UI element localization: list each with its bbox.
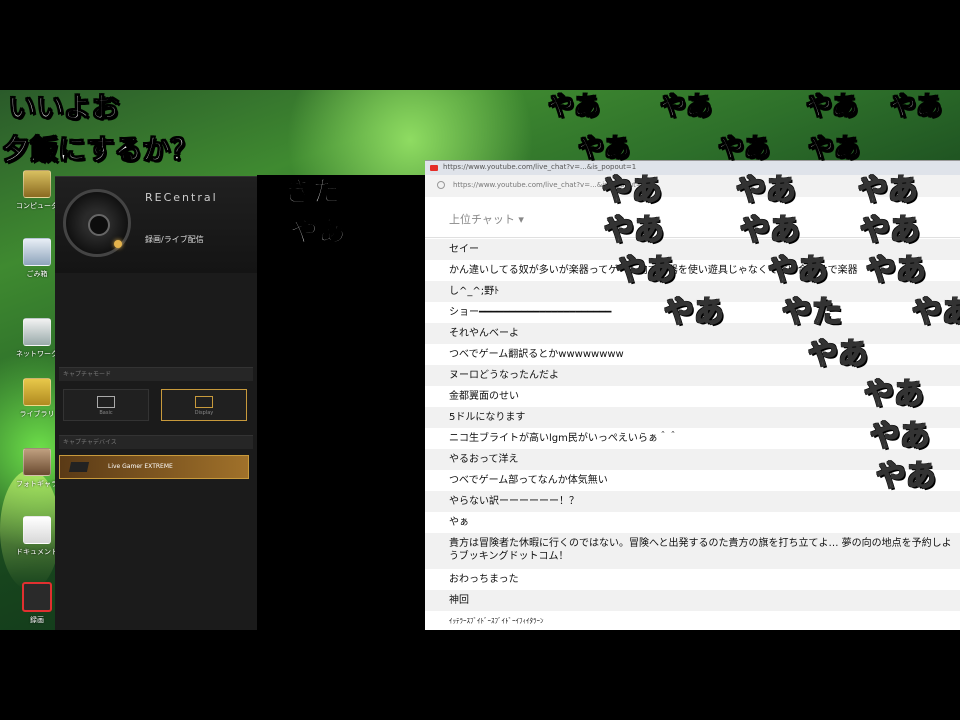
chat-message: 神回 <box>425 590 960 611</box>
dial-center-icon <box>88 214 110 236</box>
monitor-icon <box>97 396 115 408</box>
recentral-logo: RECentral <box>145 191 218 204</box>
chat-message: やぁ <box>425 512 960 533</box>
overlay-comment: やあ <box>717 134 771 164</box>
video-bottom-letterbox <box>0 630 960 720</box>
overlay-comment: やあ <box>857 173 919 208</box>
overlay-comment: やあ <box>739 213 801 248</box>
overlay-comment: 夕飯にするか？ <box>1 133 199 166</box>
overlay-comment: やあ <box>547 92 601 122</box>
desktop-icon-library[interactable]: ライブラリ <box>16 378 58 419</box>
capture-device-item[interactable]: Live Gamer EXTREME <box>59 455 249 479</box>
overlay-comment: やあ <box>289 215 347 248</box>
capture-card-icon <box>68 462 90 472</box>
desktop-icon-network[interactable]: ネットワーク <box>16 318 58 359</box>
record-mode-label[interactable]: 録画/ライブ配信 <box>145 234 204 245</box>
overlay-comment: やあ <box>805 92 859 122</box>
chat-message: ｲｯﾃﾗｰｽﾌﾞｲﾄﾞｰｽﾌﾞｲﾄﾞｰｲﾌｨｲﾀﾗｰﾝ <box>425 611 960 630</box>
folder-icon <box>23 378 51 406</box>
browser-tab[interactable]: https://www.youtube.com/live_chat?v=...&… <box>443 163 636 171</box>
network-icon <box>23 318 51 346</box>
overlay-comment: やあ <box>663 295 725 330</box>
display-icon <box>195 396 213 408</box>
overlay-comment: やあ <box>807 337 869 372</box>
status-led-icon <box>114 240 122 248</box>
page-info-icon[interactable] <box>437 181 445 189</box>
overlay-comment: いいよお <box>7 91 120 124</box>
chat-message: やらない訳ーーーーーー！？ <box>425 491 960 512</box>
overlay-comment: やあ <box>807 134 861 164</box>
overlay-comment: やあ <box>735 173 797 208</box>
desktop-icon-record[interactable]: 録画 <box>16 582 58 625</box>
chat-message: おわっちまった <box>425 569 960 590</box>
overlay-comment: やあ <box>603 213 665 248</box>
document-icon <box>23 516 51 544</box>
overlay-comment: やあ <box>601 173 663 208</box>
recentral-header: RECentral 録画/ライブ配信 <box>55 177 260 273</box>
overlay-comment: やあ <box>865 253 927 288</box>
desktop-icon-photo[interactable]: フォトギャラリー <box>16 448 58 489</box>
record-dial-button[interactable] <box>63 189 131 257</box>
capture-mode-section: キャプチャモード <box>59 367 253 381</box>
desktop-icon-documents[interactable]: ドキュメント <box>16 516 58 557</box>
overlay-comment: やあ <box>577 134 631 164</box>
overlay-comment: やあ <box>615 253 677 288</box>
record-icon <box>22 582 52 612</box>
chat-mode-dropdown[interactable]: 上位チャット ▾ <box>449 211 524 227</box>
capture-device-section: キャプチャデバイス <box>59 435 253 449</box>
overlay-comment: やた <box>781 295 843 330</box>
overlay-comment: やあ <box>875 459 937 494</box>
youtube-favicon-icon <box>430 165 438 171</box>
recentral-window: RECentral 録画/ライブ配信 キャプチャモード Basic Displa… <box>55 176 260 630</box>
desktop-icon-recycle-bin[interactable]: ごみ箱 <box>16 238 58 279</box>
overlay-comment: やあ <box>863 377 925 412</box>
overlay-comment: やあ <box>859 213 921 248</box>
photo-icon <box>23 448 51 476</box>
overlay-comment: やあ <box>659 92 713 122</box>
overlay-comment: やあ <box>869 419 931 454</box>
basic-mode-tile[interactable]: Basic <box>63 389 149 421</box>
display-mode-tile[interactable]: Display <box>161 389 247 421</box>
desktop-icon-computer[interactable]: コンピュータ <box>16 170 58 211</box>
chat-message: 貴方は冒険者た休暇に行くのではない。冒険へと出発するのた貴方の旗を打ち立てよ… … <box>425 533 960 569</box>
overlay-comment: やあ <box>911 295 960 330</box>
recycle-bin-icon <box>23 238 51 266</box>
overlay-comment: やあ <box>889 92 943 122</box>
computer-icon <box>23 170 51 198</box>
chat-message: つべでゲーム翻訳るとかwwwwwwww <box>425 344 960 365</box>
overlay-comment: きた <box>283 175 341 208</box>
overlay-comment: やあ <box>767 253 829 288</box>
video-top-letterbox <box>0 0 960 90</box>
